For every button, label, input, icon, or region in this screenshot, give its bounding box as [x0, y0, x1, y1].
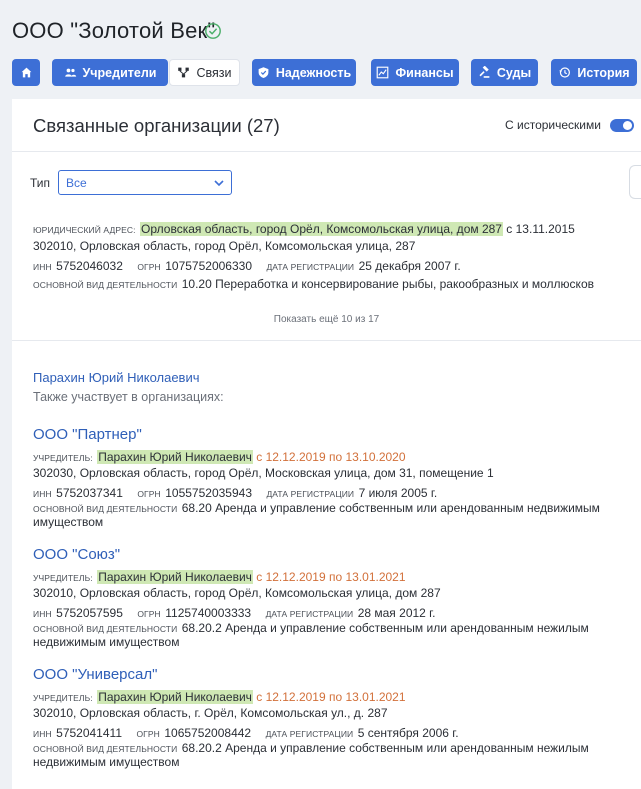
person-link[interactable]: Парахин Юрий Николаевич — [33, 370, 200, 385]
ids-row: ИНН 5752057595 ОГРН 1125740003333 Дата р… — [33, 604, 435, 622]
reg-date-label: Дата регистрации — [265, 609, 354, 619]
ogrn-value: 1125740003333 — [165, 606, 252, 620]
role-label: Учредитель: — [33, 453, 93, 463]
reg-date-label: Дата регистрации — [266, 262, 355, 272]
nav-finance-label: Финансы — [395, 65, 454, 80]
inn-value: 5752046032 — [56, 259, 123, 273]
inn-value: 5752037341 — [56, 486, 123, 500]
reg-date-label: Дата регистрации — [265, 729, 354, 739]
ids-row: ИНН 5752037341 ОГРН 1055752035943 Дата р… — [33, 484, 437, 502]
ogrn-value: 1055752035943 — [165, 486, 252, 500]
activity-label: Основной вид деятельности — [33, 280, 178, 290]
inn-label: ИНН — [33, 729, 52, 739]
history-icon — [559, 67, 571, 78]
role-label: Учредитель: — [33, 573, 93, 583]
activity-row: Основной вид деятельности 68.20.2 Аренда… — [33, 742, 613, 768]
activity-row: Основной вид деятельности 68.20.2 Аренда… — [33, 622, 613, 648]
founder-person: Парахин Юрий Николаевич — [97, 570, 253, 584]
inn-value: 5752057595 — [56, 606, 123, 620]
divider — [12, 151, 641, 152]
nav-finance-button[interactable]: Финансы — [371, 59, 459, 86]
ogrn-label: ОГРН — [137, 489, 161, 499]
activity-value: 10.20 Переработка и консервирование рыбы… — [181, 277, 594, 291]
chart-icon — [377, 66, 389, 79]
ogrn-label: ОГРН — [136, 729, 160, 739]
role-label: Учредитель: — [33, 693, 93, 703]
reg-date-value: 28 мая 2012 г. — [357, 606, 436, 620]
nav-links-button[interactable]: Связи — [169, 59, 240, 86]
nav-history-label: История — [577, 65, 630, 80]
org-name-link[interactable]: ООО "Союз" — [33, 546, 120, 563]
historical-toggle[interactable] — [610, 119, 634, 132]
show-more-link[interactable]: Показать ещё 10 из 17 — [12, 314, 641, 325]
ogrn-label: ОГРН — [137, 262, 161, 272]
nav-links-label: Связи — [196, 65, 232, 80]
founder-period: с 12.12.2019 по 13.01.2021 — [252, 570, 406, 584]
address-since: с 13.11.2015 — [502, 222, 575, 236]
org-name-link[interactable]: ООО "Партнер" — [33, 426, 142, 443]
founder-period: с 12.12.2019 по 13.01.2021 — [252, 690, 406, 704]
type-select-value: Все — [66, 176, 87, 190]
verified-check-icon — [205, 23, 221, 39]
home-icon — [21, 67, 31, 78]
address-row: Юридический адрес: Орловская область, го… — [33, 220, 575, 238]
divider — [12, 340, 641, 341]
activity-row: Основной вид деятельности 68.20 Аренда и… — [33, 502, 613, 528]
type-select[interactable]: Все — [58, 170, 232, 195]
activity-row: Основной вид деятельности 10.20 Перерабо… — [33, 275, 594, 293]
ogrn-value: 1075752006330 — [165, 259, 252, 273]
postal-address: 302010, Орловская область, город Орёл, К… — [33, 239, 416, 253]
org-address: 302010, Орловская область, город Орёл, К… — [33, 586, 441, 600]
org-address: 302030, Орловская область, город Орёл, М… — [33, 466, 494, 480]
activity-label: Основной вид деятельности — [33, 744, 178, 754]
inn-label: ИНН — [33, 489, 52, 499]
chevron-down-icon — [214, 180, 224, 187]
inn-label: ИНН — [33, 262, 52, 272]
founder-row: Учредитель: Парахин Юрий Николаевич с 12… — [33, 688, 406, 706]
also-participates-label: Также участвует в организациях: — [33, 390, 224, 404]
ogrn-value: 1065752008442 — [164, 726, 252, 740]
nav-reliability-button[interactable]: Надежность — [252, 59, 356, 86]
reg-date-value: 5 сентября 2006 г. — [357, 726, 459, 740]
founder-row: Учредитель: Парахин Юрий Николаевич с 12… — [33, 568, 406, 586]
people-icon — [64, 68, 76, 77]
org-address: 302010, Орловская область, г. Орёл, Комс… — [33, 706, 388, 720]
company-title: ООО "Золотой Век" — [12, 18, 216, 43]
reg-date-value: 25 декабря 2007 г. — [358, 259, 461, 273]
ogrn-label: ОГРН — [137, 609, 161, 619]
type-label: Тип — [30, 176, 51, 190]
shield-icon — [258, 67, 269, 79]
nav-courts-label: Суды — [496, 65, 532, 80]
activity-label: Основной вид деятельности — [33, 504, 178, 514]
nav-home-button[interactable] — [12, 59, 40, 86]
related-orgs-panel: Связанные организации (27) С исторически… — [12, 99, 641, 789]
address-label: Юридический адрес: — [33, 225, 136, 235]
org-name-link[interactable]: ООО "Универсал" — [33, 666, 157, 683]
nav-reliability-label: Надежность — [275, 65, 352, 80]
nav-history-button[interactable]: История — [551, 59, 637, 86]
network-icon — [178, 67, 190, 78]
founder-period: с 12.12.2019 по 13.10.2020 — [252, 450, 406, 464]
nav-courts-button[interactable]: Суды — [471, 59, 538, 86]
panel-title: Связанные организации (27) — [33, 115, 280, 136]
inn-value: 5752041411 — [56, 726, 122, 740]
nav-founders-button[interactable]: Учредители — [52, 59, 168, 86]
gavel-icon — [479, 66, 490, 78]
address-value: Орловская область, город Орёл, Комсомоль… — [140, 222, 503, 236]
header: ООО "Золотой Век" Учредители Связи Надеж… — [0, 0, 641, 100]
activity-label: Основной вид деятельности — [33, 624, 178, 634]
ids-row: ИНН 5752046032 ОГРН 1075752006330 Дата р… — [33, 257, 461, 275]
side-panel-handle[interactable] — [629, 165, 641, 199]
nav-founders-label: Учредители — [82, 65, 157, 80]
reg-date-label: Дата регистрации — [266, 489, 355, 499]
founder-person: Парахин Юрий Николаевич — [97, 450, 253, 464]
founder-row: Учредитель: Парахин Юрий Николаевич с 12… — [33, 448, 406, 466]
ids-row: ИНН 5752041411 ОГРН 1065752008442 Дата р… — [33, 724, 459, 742]
founder-person: Парахин Юрий Николаевич — [97, 690, 253, 704]
historical-toggle-label: С историческими — [505, 118, 601, 132]
inn-label: ИНН — [33, 609, 52, 619]
reg-date-value: 7 июля 2005 г. — [358, 486, 438, 500]
